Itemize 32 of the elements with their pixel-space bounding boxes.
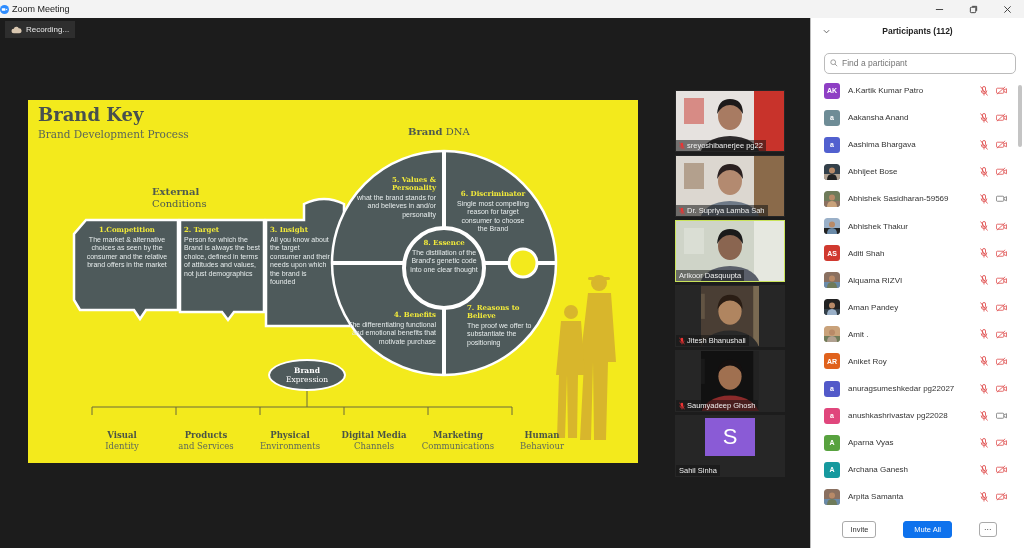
participant-name[interactable]: Abhijeet Bose — [848, 167, 898, 177]
participant-name[interactable]: Arpita Samanta — [848, 492, 904, 502]
participant-name[interactable]: Aditi Shah — [848, 248, 885, 258]
brand-dna-heading: Brand DNA — [408, 126, 470, 137]
participant-name[interactable]: Aniket Roy — [848, 357, 887, 366]
expression-channel-label: Products and Services — [177, 430, 235, 452]
expression-channel-label: Visual Identity — [104, 430, 140, 452]
recording-indicator[interactable]: Recording... — [5, 21, 76, 38]
expression-channel-label: Human Behaviour — [519, 430, 565, 452]
slide-title: Brand Key — [38, 104, 144, 125]
expression-channel-label: Marketing Communications — [420, 430, 496, 452]
participant-name[interactable]: Alquama RIZVI — [848, 275, 903, 285]
external-conditions-heading: External Conditions — [152, 186, 207, 209]
slide-subtitle: Brand Development Process — [38, 128, 189, 140]
expression-channel-label: Digital Media Channels — [340, 430, 408, 452]
participant-name[interactable]: anuragsumeshkedar pg22027 — [848, 384, 955, 394]
expression-channel-label: Physical Environments — [258, 430, 322, 452]
participant-name[interactable]: Aparna Vyas — [848, 438, 894, 448]
window-title: Zoom Meeting — [12, 4, 70, 14]
avatar-letter: S — [705, 418, 755, 456]
participant-name[interactable]: Aakansha Anand — [848, 113, 909, 123]
participant-name[interactable]: anushkashrivastav pg22028 — [848, 411, 948, 421]
search-field[interactable]: Find a participant — [824, 52, 1016, 74]
participant-name[interactable]: Archana Ganesh — [848, 465, 909, 475]
panel-title: Participants (112) — [882, 26, 953, 36]
participant-name[interactable]: Abhishek Thakur — [848, 221, 908, 231]
participant-name[interactable]: Amit . — [848, 329, 869, 339]
recording-label: Recording... — [26, 25, 70, 34]
participant-name[interactable]: Abhishek Sasidharan-59569 — [848, 194, 949, 204]
participant-name[interactable]: Aashima Bhargava — [848, 140, 916, 150]
participant-name[interactable]: Aman Pandey — [848, 302, 899, 312]
participant-name[interactable]: A.Kartik Kumar Patro — [848, 86, 924, 96]
